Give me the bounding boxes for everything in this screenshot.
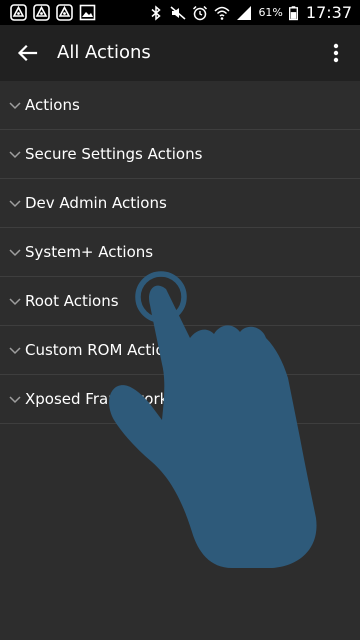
battery-icon [288,5,298,20]
arrow-back-icon[interactable] [14,39,42,67]
list-item-label: Xposed Framework Actions [25,390,228,408]
notification-icons [10,4,96,21]
list-item-label: Custom ROM Actions [25,341,182,359]
list-item[interactable]: System+ Actions [0,228,360,277]
list-item[interactable]: Xposed Framework Actions [0,375,360,424]
status-clock: 17:37 [305,3,352,22]
chevron-down-icon [9,200,21,208]
screen: 61% 17:37 All Actions Actions Secure Sett… [0,0,360,640]
list-item-label: Root Actions [25,292,119,310]
mute-icon [170,5,186,20]
chevron-down-icon [9,151,21,159]
app-bar: All Actions [0,25,360,81]
app-notification-icon [56,4,73,21]
chevron-down-icon [9,102,21,110]
more-vert-icon[interactable] [324,39,348,67]
signal-icon [237,5,252,20]
chevron-down-icon [9,347,21,355]
list-item-label: Actions [25,96,80,114]
list-item[interactable]: Actions [0,81,360,130]
app-notification-icon [33,4,50,21]
page-title: All Actions [57,42,151,63]
list-item[interactable]: Secure Settings Actions [0,130,360,179]
chevron-down-icon [9,249,21,257]
list-item-label: Secure Settings Actions [25,145,203,163]
status-bar: 61% 17:37 [0,0,360,25]
list-item[interactable]: Custom ROM Actions [0,326,360,375]
system-icons: 61% 17:37 [148,0,352,25]
alarm-icon [193,5,208,20]
list-item[interactable]: Dev Admin Actions [0,179,360,228]
list-item-label: System+ Actions [25,243,154,261]
wifi-icon [214,6,230,20]
chevron-down-icon [9,298,21,306]
image-notification-icon [79,4,96,21]
chevron-down-icon [9,396,21,404]
actions-list: Actions Secure Settings Actions Dev Admin … [0,81,360,424]
battery-percent: 61% [258,6,283,19]
app-notification-icon [10,4,27,21]
list-item-label: Dev Admin Actions [25,194,167,212]
list-item[interactable]: Root Actions [0,277,360,326]
bluetooth-icon [151,4,162,21]
